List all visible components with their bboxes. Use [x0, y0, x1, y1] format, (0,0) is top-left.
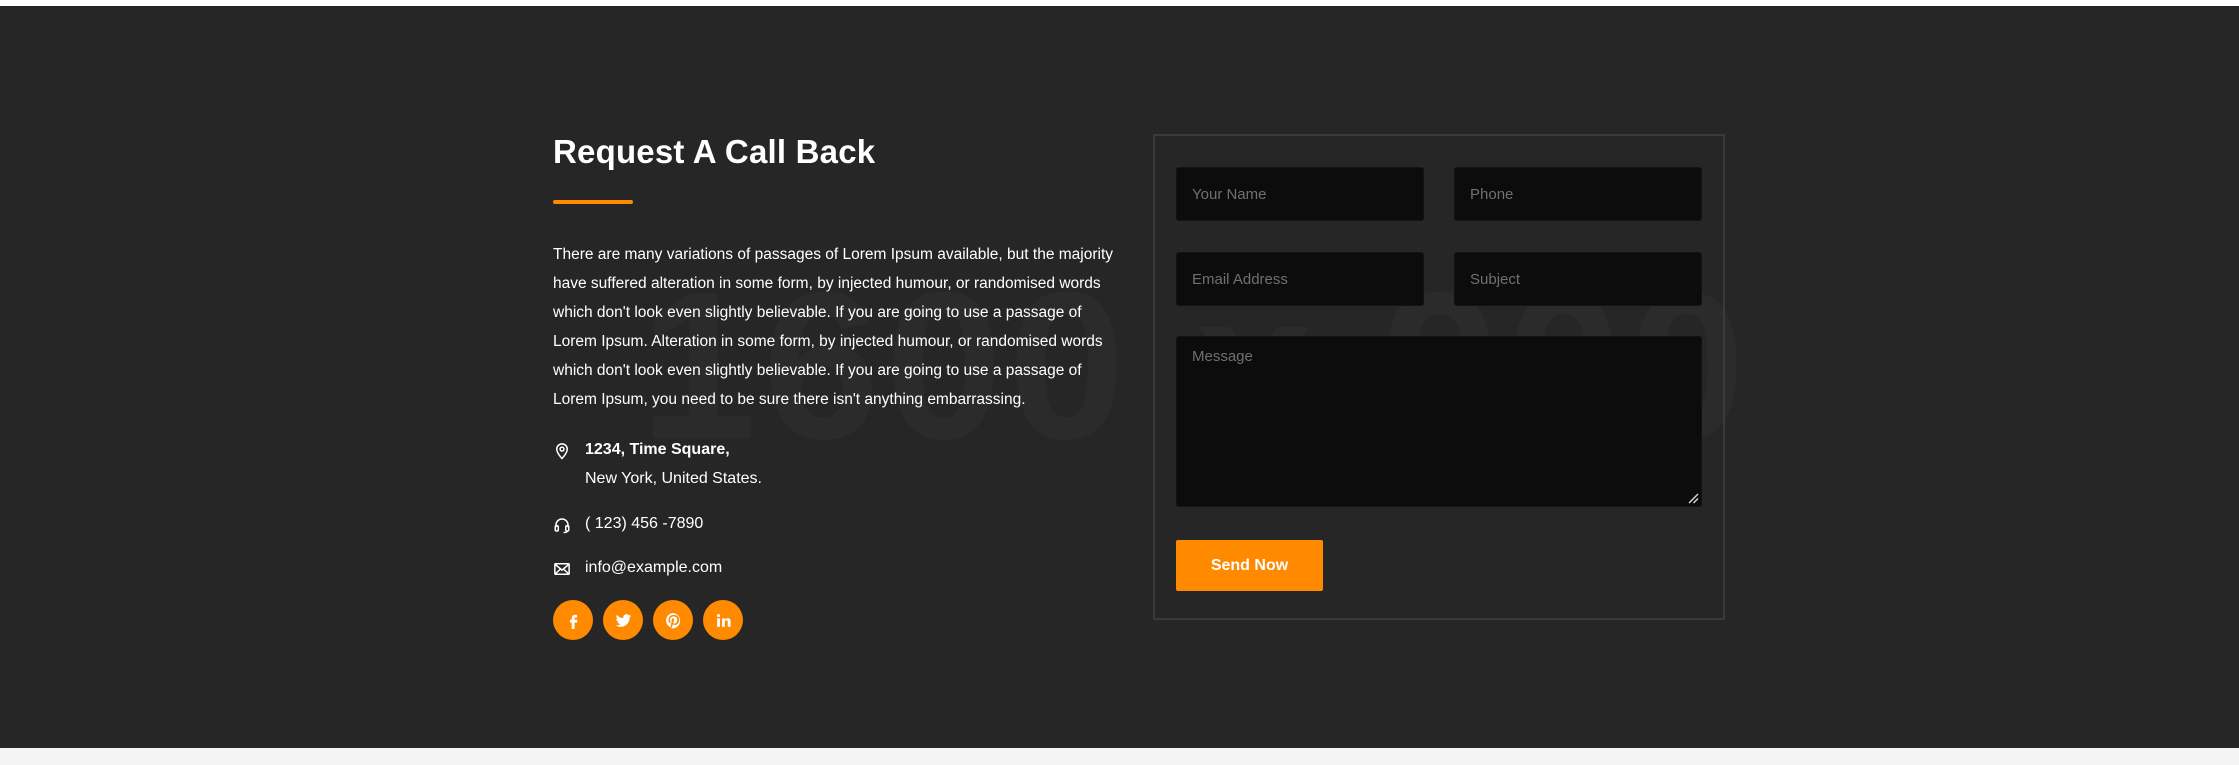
- address-line-2: New York, United States.: [585, 470, 762, 487]
- twitter-icon: [615, 613, 631, 627]
- pinterest-link[interactable]: [653, 600, 693, 640]
- pinterest-icon: [665, 612, 680, 628]
- send-now-button[interactable]: Send Now: [1176, 540, 1323, 591]
- map-pin-icon: [555, 443, 569, 460]
- call-back-info: Request A Call Back There are many varia…: [553, 124, 1123, 640]
- contact-email: info@example.com: [553, 553, 1123, 582]
- phone-input[interactable]: [1454, 167, 1702, 221]
- facebook-link[interactable]: [553, 600, 593, 640]
- linkedin-link[interactable]: [703, 600, 743, 640]
- contact-address: 1234, Time Square, New York, United Stat…: [553, 435, 1123, 493]
- linkedin-icon: [716, 613, 731, 627]
- section-description: There are many variations of passages of…: [553, 246, 1113, 408]
- social-links: [553, 600, 1123, 640]
- title-underline: [553, 200, 633, 204]
- facebook-icon: [569, 614, 577, 629]
- address-line-1: 1234, Time Square,: [585, 441, 730, 458]
- headset-icon: [554, 518, 570, 534]
- email-input[interactable]: [1176, 252, 1424, 306]
- email-address[interactable]: info@example.com: [585, 559, 722, 576]
- resize-grip-icon[interactable]: [1687, 492, 1699, 504]
- section-title: Request A Call Back: [553, 133, 876, 170]
- name-input[interactable]: [1176, 167, 1424, 221]
- subject-input[interactable]: [1454, 252, 1702, 306]
- phone-number: ( 123) 456 -7890: [585, 515, 704, 532]
- message-textarea[interactable]: [1176, 336, 1702, 507]
- envelope-icon: [554, 563, 570, 575]
- twitter-link[interactable]: [603, 600, 643, 640]
- call-back-form: Send Now: [1153, 134, 1725, 620]
- contact-phone: ( 123) 456 -7890: [553, 509, 1123, 538]
- call-back-section: 1600 x 900 Request A Call Back There are…: [0, 6, 2239, 748]
